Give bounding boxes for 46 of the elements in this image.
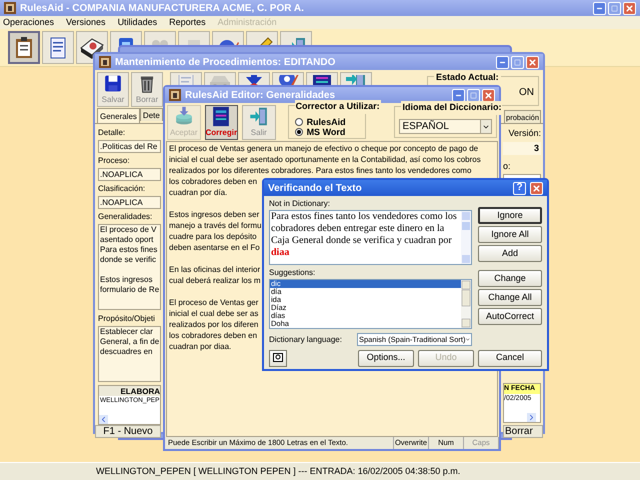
text-line: El proceso de Ventas ger: [169, 297, 258, 308]
text-line: Para estos fines: [100, 245, 158, 255]
text-line: donde se verific: [100, 255, 156, 265]
text-line: descuadres en: [100, 347, 152, 357]
group-label: Corrector a Utilizar:: [294, 100, 381, 114]
group-label: Idioma del Diccionario:: [401, 101, 502, 114]
text-line: los cobradores deben en: [169, 176, 258, 187]
text-line: Estos ingresos: [100, 275, 152, 285]
text-line: asentado oport: [100, 235, 154, 245]
column-header: ELABORA: [99, 386, 160, 396]
field-label: o:: [503, 160, 511, 172]
text-line: inicial el cual debe ser as: [169, 308, 258, 319]
text-line: realizados por los diferentes cobradores. Para estos fines tanto los vendedores como: [169, 165, 472, 176]
field-label: Detalle:: [98, 127, 126, 139]
text-line: cual deberá realizar los m: [169, 275, 261, 286]
text-line: En las oficinas del interior: [169, 264, 260, 275]
text-line: deben asentarse en el Fo: [169, 242, 260, 253]
field-label: Versión:: [508, 127, 541, 140]
window-title: RulesAid Editor: Generalidades: [185, 88, 336, 102]
window-title: Verificando el Texto: [268, 182, 362, 196]
field-label: Not in Dictionary:: [269, 198, 331, 210]
sentence-text: Para estos fines tanto los vendedores como los cobradores deben entregar este dinero en la Caja General donde se verifica y cuadran por diaa: [271, 211, 457, 258]
text-line: General, a fin de: [100, 337, 160, 347]
text-line: El proceso de Ventas genera un manejo de efectivo o cheque por concepto de pago de: [169, 143, 478, 154]
field-label: Generalidades:: [98, 211, 154, 223]
status-text: WELLINGTON_PEPEN [ WELLINGTON PEPEN ] --- ENTRADA: 16/02/2005 04:38:50 p.m.: [96, 464, 460, 478]
text-line: cuadran por diaa.: [169, 341, 232, 352]
field-label: Propósito/Objeti: [98, 313, 156, 325]
field-label: Dictionary language:: [269, 334, 342, 346]
text-line: manejo a través del formu: [169, 220, 262, 231]
status-value: ON: [519, 86, 534, 100]
text-line: inicial el cual debe ser asentado oportunamente en la Contabilidad, así como los cobros: [169, 154, 481, 165]
text-line: formulario de Re: [100, 285, 160, 295]
window-title: Mantenimiento de Procedimientos: EDITANDO: [115, 56, 336, 70]
version-field: 3: [503, 142, 541, 154]
text-line: cuadran por día.: [169, 187, 228, 198]
text-line: Establecer clar: [100, 327, 153, 337]
text-line: Estos ingresos deben ser: [169, 209, 260, 220]
field-label: Proceso:: [98, 155, 130, 167]
text-line: cuadre para los depósito: [169, 231, 257, 242]
window-title: RulesAid - COMPANIA MANUFACTURERA ACME, C. POR A.: [20, 2, 304, 16]
text-line: los cobradores deben en: [169, 330, 258, 341]
text-line: El proceso de V: [100, 225, 156, 235]
text-line: realizados por los diferen: [169, 319, 258, 330]
field-label: Clasificación:: [98, 183, 146, 195]
field-label: Suggestions:: [269, 267, 316, 279]
